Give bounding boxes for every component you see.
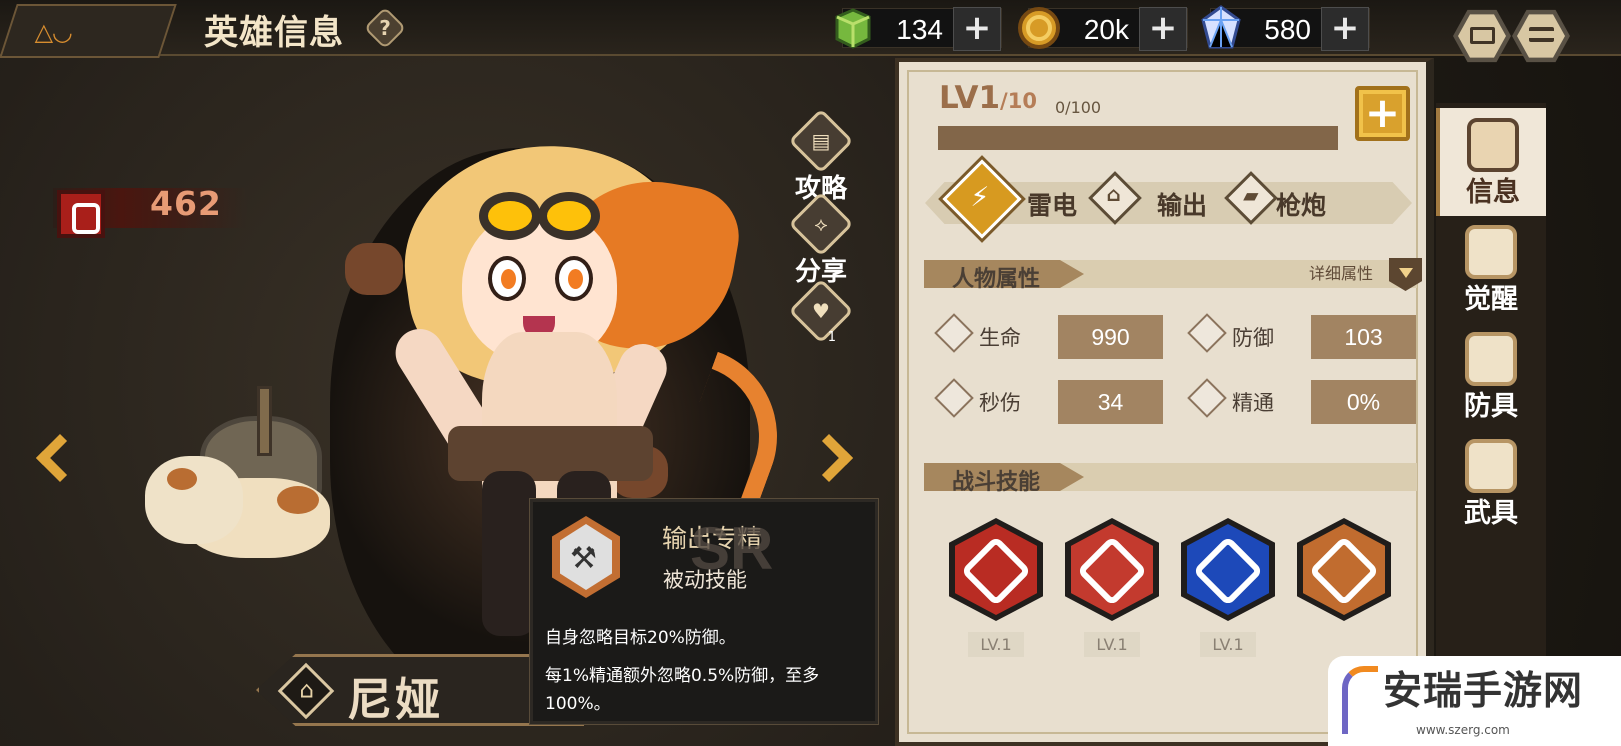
skill-list: LV.1 LV.1 LV.1 [947, 518, 1397, 668]
left-goggle [479, 192, 541, 240]
dps-stat: 秒伤 34 [931, 378, 1163, 424]
rarity-mark: SR [690, 515, 774, 582]
awaken-icon [1465, 225, 1517, 279]
shield-icon [1187, 313, 1227, 353]
detailed-attributes-label[interactable]: 详细属性 [1309, 260, 1373, 284]
hp-stat: 生命 990 [931, 313, 1163, 359]
share-button[interactable]: ⟡ 分享 [788, 191, 854, 288]
axe-skill-icon: ⚒ [552, 516, 620, 598]
cat-companion [145, 386, 345, 566]
watermark-url: www.szerg.com [1416, 723, 1510, 737]
side-navigation: 信息 觉醒 防具 武具 [1436, 103, 1546, 746]
level-label: LV1/10 [939, 80, 1037, 116]
mastery-stat: 精通 0% [1184, 378, 1416, 424]
skill-description-line: 自身忽略目标20%防御。 [545, 628, 736, 648]
guide-icon: ▤ [788, 108, 854, 174]
weapon-tag: 枪炮 [1276, 191, 1327, 220]
defense-stat: 防御 103 [1184, 313, 1416, 359]
add-crystal-button[interactable]: + [1321, 7, 1369, 51]
hero-right-eye [555, 256, 593, 301]
fist-icon [57, 190, 105, 238]
skill-description: 自身忽略目标20%防御。 每1%精通额外忽略0.5%防御，至多100%。 [545, 624, 875, 728]
armor-icon [1465, 332, 1517, 386]
nav-weapon[interactable]: 武具 [1436, 429, 1546, 537]
hero-left-leg [482, 471, 536, 636]
skills-title: 战斗技能 [952, 470, 1041, 495]
guide-button[interactable]: ▤ 攻略 [788, 108, 854, 205]
hero-left-glove [345, 243, 403, 295]
gold-coin-icon [1015, 4, 1063, 52]
favorite-button[interactable]: ♥ 1 [788, 278, 854, 345]
crystal-icon [1197, 4, 1245, 52]
skill-level: LV.1 [968, 632, 1024, 657]
experience-bar [938, 126, 1338, 150]
crossed-swords-icon [934, 378, 974, 418]
skill-slot-2[interactable]: LV.1 [1063, 518, 1161, 657]
element-tag: 雷电 [1027, 191, 1078, 220]
mail-icon [1470, 27, 1495, 44]
mastery-icon [1187, 378, 1227, 418]
skill-slot-3[interactable]: LV.1 [1179, 518, 1277, 657]
weapon-icon [1465, 439, 1517, 493]
next-hero-button[interactable] [804, 433, 854, 483]
level-up-button[interactable]: + [1355, 86, 1410, 141]
skill-level: LV.1 [1084, 632, 1140, 657]
site-watermark: 安瑞手游网 www.szerg.com [1328, 656, 1621, 746]
experience-value: 0/100 [1055, 98, 1102, 117]
lightning-icon: ⚡ [942, 159, 1022, 239]
crystal-count: 580 [1264, 14, 1311, 45]
crystal-resource: 580 + [1201, 5, 1370, 51]
previous-hero-button[interactable] [35, 433, 85, 483]
watermark-logo [1342, 666, 1378, 734]
hero-info-panel: LV1/10 0/100 + ⚡ 雷电 ⌂ 输出 ▰ 枪炮 人物属性 详细属性 … [895, 58, 1434, 746]
power-value: 462 [150, 184, 222, 223]
menu-button[interactable] [1512, 9, 1570, 63]
game-screen: △◡ 英雄信息 ? 134 + 20k + 580 + 462 ▤ 攻略 ⟡ 分… [0, 0, 1621, 746]
skill-slot-1[interactable]: LV.1 [947, 518, 1045, 657]
add-green-cube-button[interactable]: + [953, 7, 1001, 51]
cat-spot [167, 468, 197, 490]
skill-description-line: 每1%精通额外忽略0.5%防御，至多100%。 [545, 666, 820, 714]
skill-slot-4[interactable] [1295, 518, 1393, 633]
hero-left-eye [488, 256, 526, 301]
page-title: 英雄信息 [204, 13, 344, 53]
help-button[interactable]: ? [363, 6, 407, 50]
watermark-name: 安瑞手游网 [1383, 669, 1584, 714]
attributes-title: 人物属性 [952, 267, 1041, 292]
right-goggle [538, 192, 600, 240]
share-icon: ⟡ [788, 191, 854, 257]
role-tag: 输出 [1157, 191, 1208, 220]
nav-armor[interactable]: 防具 [1436, 322, 1546, 430]
heart-icon: ♥ [788, 278, 854, 344]
book-icon [1467, 118, 1519, 172]
cat-antenna [257, 386, 272, 456]
green-cube-icon [829, 4, 877, 52]
menu-icon [1529, 27, 1554, 42]
hero-name: 尼娅 [347, 673, 444, 726]
nav-info[interactable]: 信息 [1436, 108, 1546, 216]
add-gold-coin-button[interactable]: + [1139, 7, 1187, 51]
hero-belt [448, 426, 653, 481]
question-icon: ? [379, 16, 391, 40]
gold-coin-count: 20k [1083, 14, 1129, 45]
skill-level: LV.1 [1200, 632, 1256, 657]
green-cube-resource: 134 + [835, 7, 1002, 51]
game-logo: △◡ [0, 4, 177, 58]
gold-coin-resource: 20k + [1018, 7, 1188, 51]
green-cube-count: 134 [896, 14, 943, 45]
favorite-count: 1 [827, 330, 836, 345]
cat-spot [277, 486, 319, 514]
mail-button[interactable] [1453, 9, 1511, 63]
cat-head [145, 456, 243, 544]
heart-shield-icon [934, 313, 974, 353]
top-bar: △◡ 英雄信息 ? 134 + 20k + 580 + [0, 0, 1621, 63]
nav-awaken[interactable]: 觉醒 [1436, 215, 1546, 323]
